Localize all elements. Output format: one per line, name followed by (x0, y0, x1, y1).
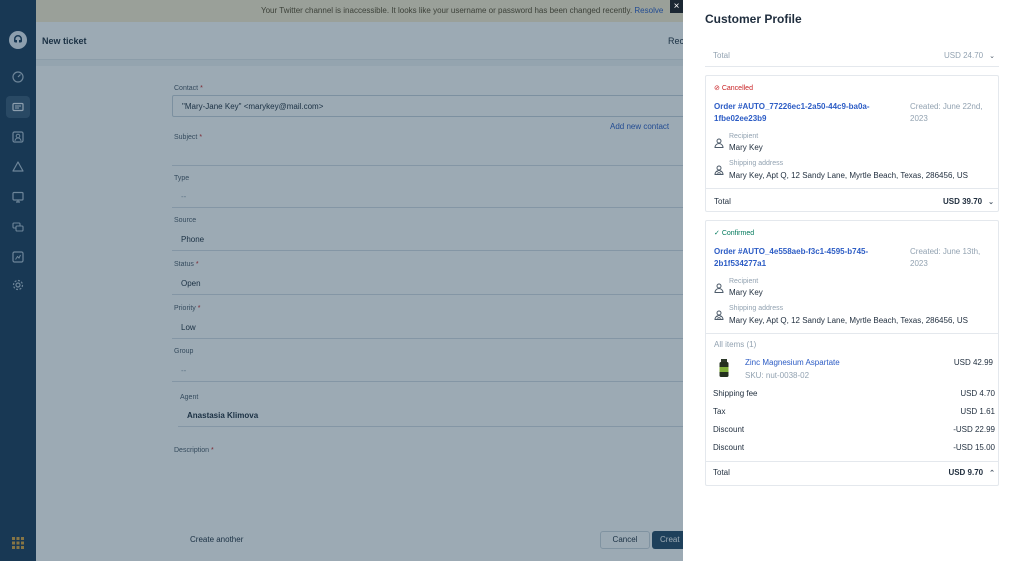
status-badge-cancelled: ⊘ Cancelled (714, 85, 753, 92)
recipient-label: Recipient (729, 133, 759, 140)
check-icon: ✓ (714, 230, 720, 237)
line-value: -USD 22.99 (953, 425, 995, 434)
order-total-label: Total (714, 197, 731, 206)
order-card-cancelled: ⊘ Cancelled Order #AUTO_77226ec1-2a50-44… (705, 75, 999, 212)
shipping-address-value: Mary Key, Apt Q, 12 Sandy Lane, Myrtle B… (729, 316, 968, 325)
product-bottle-image (719, 359, 729, 377)
total-label: Total (713, 51, 730, 60)
order-total-label: Total (713, 468, 730, 477)
order-created-date: Created: June 22nd, 2023 (910, 102, 983, 123)
line-value: -USD 15.00 (953, 443, 995, 452)
cancelled-icon: ⊘ (714, 85, 720, 92)
customer-profile-panel: Customer Profile Total USD 24.70 ⌄ ⊘ Canc… (683, 0, 1024, 561)
close-panel-icon[interactable]: × (670, 0, 683, 13)
order-id-link[interactable]: Order #AUTO_77226ec1-2a50-44c9-ba0a-1fbe… (714, 101, 892, 125)
shipping-address-value: Mary Key, Apt Q, 12 Sandy Lane, Myrtle B… (729, 171, 968, 180)
chevron-up-icon: ⌃ (989, 470, 995, 477)
product-name-link[interactable]: Zinc Magnesium Aspartate (745, 358, 840, 367)
line-value: USD 1.61 (960, 407, 995, 416)
helpdesk-app: Your Twitter channel is inaccessible. It… (0, 0, 1024, 561)
line-value: USD 4.70 (960, 389, 995, 398)
line-label: Discount (713, 425, 745, 434)
line-label: Shipping fee (713, 389, 758, 398)
recipient-value: Mary Key (729, 143, 763, 152)
status-badge-confirmed: ✓ Confirmed (714, 230, 755, 237)
recipient-value: Mary Key (729, 288, 763, 297)
shipping-address-icon (714, 165, 724, 175)
modal-overlay[interactable] (0, 0, 683, 561)
product-price: USD 42.99 (953, 358, 993, 367)
order-total-value: USD 9.70 ⌃ (948, 468, 995, 477)
shipping-address-icon (714, 310, 724, 320)
divider (706, 188, 998, 189)
divider (706, 461, 998, 462)
shipping-address-label: Shipping address (729, 305, 784, 312)
line-label: Discount (713, 443, 745, 452)
total-value: USD 24.70 ⌄ (943, 51, 995, 60)
recipient-label: Recipient (729, 278, 759, 285)
divider (706, 333, 998, 334)
order-total-value: USD 39.70 ⌄ (942, 197, 994, 206)
recipient-person-icon (714, 283, 724, 293)
line-label: Tax (713, 407, 726, 416)
chevron-down-icon: ⌄ (988, 199, 994, 206)
panel-title: Customer Profile (705, 12, 802, 26)
recipient-person-icon (714, 138, 724, 148)
shipping-address-label: Shipping address (729, 160, 784, 167)
divider (705, 66, 999, 67)
all-items-label: All items (1) (714, 340, 757, 349)
chevron-down-icon: ⌄ (989, 53, 995, 60)
order-created-date: Created: June 13th, 2023 (910, 247, 981, 268)
order-id-link[interactable]: Order #AUTO_4e558aeb-f3c1-4595-b745-2b1f… (714, 246, 892, 270)
product-sku: SKU: nut-0038-02 (745, 371, 810, 380)
